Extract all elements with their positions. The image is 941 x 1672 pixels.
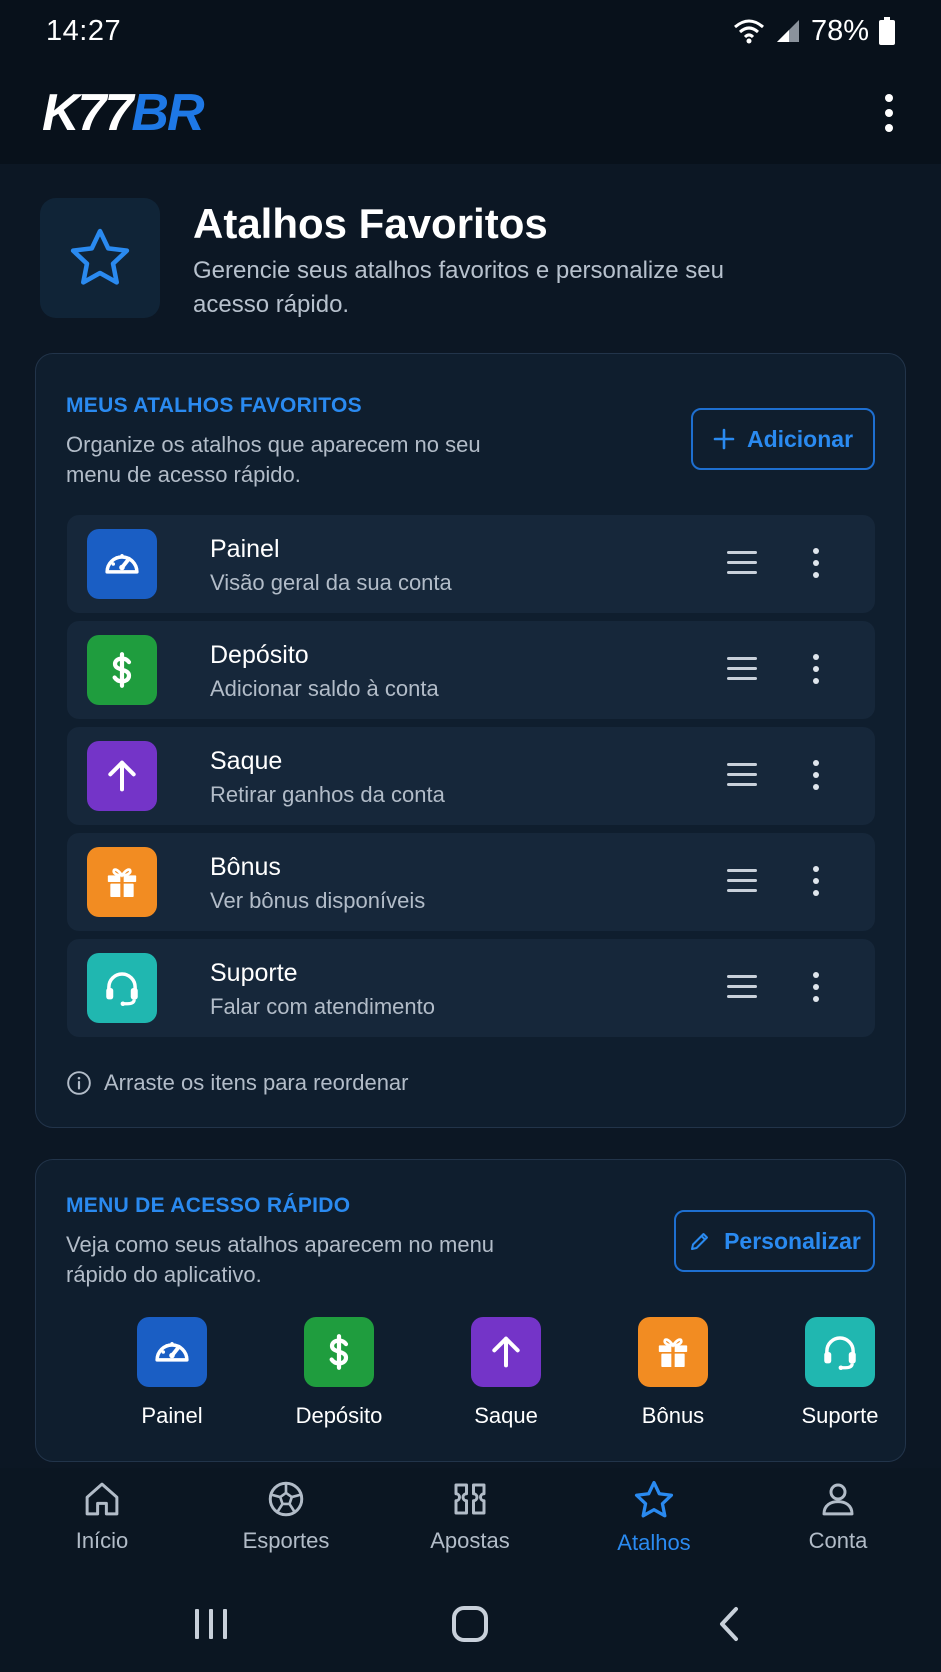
arrow-up-icon <box>492 1336 520 1368</box>
quick-item-painel[interactable]: Painel <box>102 1317 242 1429</box>
quick-item-bonus[interactable]: Bônus <box>603 1317 743 1429</box>
star-icon <box>70 228 130 285</box>
gift-icon <box>107 868 137 897</box>
app-logo[interactable]: K77BR <box>42 83 205 143</box>
nav-atalhos[interactable]: Atalhos <box>579 1478 729 1556</box>
shortcut-row-painel[interactable]: Painel Visão geral da sua conta <box>67 515 875 613</box>
drag-handle-icon[interactable] <box>727 657 757 680</box>
wifi-icon <box>733 19 764 44</box>
star-icon <box>634 1480 674 1518</box>
pencil-icon <box>691 1233 709 1250</box>
customize-button[interactable]: Personalizar <box>674 1210 875 1272</box>
shortcut-icon-box <box>87 635 157 705</box>
row-options-icon[interactable] <box>813 548 819 578</box>
soccer-ball-icon <box>268 1481 304 1517</box>
quick-item-label: Saque <box>474 1403 538 1428</box>
nav-esportes[interactable]: Esportes <box>211 1478 361 1554</box>
favorites-title: MEUS ATALHOS FAVORITOS <box>66 394 362 417</box>
app-header: K77BR <box>0 62 941 164</box>
shortcut-subtitle: Adicionar saldo à conta <box>210 676 439 701</box>
speedometer-icon <box>155 1342 189 1362</box>
status-icons: 78% <box>733 15 895 48</box>
status-time: 14:27 <box>46 14 122 47</box>
add-shortcut-button[interactable]: Adicionar <box>691 408 875 470</box>
bottom-nav: Início Esportes Apostas Atalhos Conta <box>0 1468 941 1576</box>
row-options-icon[interactable] <box>813 972 819 1002</box>
nav-apostas[interactable]: Apostas <box>395 1478 545 1554</box>
shortcut-icon-box <box>87 953 157 1023</box>
shortcut-subtitle: Ver bônus disponíveis <box>210 888 426 913</box>
nav-conta[interactable]: Conta <box>763 1478 913 1554</box>
page-header: Atalhos Favoritos Gerencie seus atalhos … <box>40 198 900 318</box>
page-title: Atalhos Favoritos <box>193 200 548 247</box>
drag-handle-icon[interactable] <box>727 975 757 998</box>
quick-item-label: Bônus <box>641 1403 705 1428</box>
favorites-card: MEUS ATALHOS FAVORITOS Organize os atalh… <box>35 353 906 1128</box>
signal-icon <box>776 20 799 42</box>
tickets-icon <box>454 1483 486 1515</box>
row-options-icon[interactable] <box>813 760 819 790</box>
shortcut-row-saque[interactable]: Saque Retirar ganhos da conta <box>67 727 875 825</box>
quick-menu-card: MENU DE ACESSO RÁPIDO Veja como seus ata… <box>35 1159 906 1462</box>
more-options-icon[interactable] <box>877 94 901 132</box>
arrow-up-icon <box>108 760 136 792</box>
gift-icon <box>658 1338 688 1367</box>
shortcut-title: Suporte <box>210 959 298 987</box>
shortcut-icon-box <box>87 741 157 811</box>
plus-icon <box>713 428 735 450</box>
speedometer-icon <box>105 554 139 574</box>
reorder-hint: Arraste os itens para reordenar <box>66 1070 409 1096</box>
quick-item-label: Suporte <box>801 1403 879 1428</box>
headset-icon <box>824 1336 856 1371</box>
page-subtitle: Gerencie seus atalhos favoritos e person… <box>193 257 724 318</box>
shortcut-subtitle: Falar com atendimento <box>210 994 435 1019</box>
quick-item-deposito[interactable]: Depósito <box>269 1317 409 1429</box>
shortcut-subtitle: Retirar ganhos da conta <box>210 782 445 807</box>
battery-icon <box>879 17 895 45</box>
quick-menu-title: MENU DE ACESSO RÁPIDO <box>66 1194 351 1217</box>
shortcut-row-deposito[interactable]: Depósito Adicionar saldo à conta <box>67 621 875 719</box>
home-button-icon[interactable] <box>451 1605 489 1643</box>
recent-apps-icon[interactable] <box>192 1606 230 1642</box>
page-icon-box <box>40 198 160 318</box>
dollar-icon <box>112 652 132 688</box>
info-icon <box>67 1071 91 1095</box>
favorites-description: Organize os atalhos que aparecem no seu … <box>66 432 481 487</box>
nav-inicio[interactable]: Início <box>27 1478 177 1554</box>
shortcut-row-bonus[interactable]: Bônus Ver bônus disponíveis <box>67 833 875 931</box>
shortcut-icon-box <box>87 529 157 599</box>
system-nav-bar <box>0 1576 941 1672</box>
back-icon[interactable] <box>716 1606 742 1642</box>
user-icon <box>822 1483 854 1516</box>
shortcut-row-suporte[interactable]: Suporte Falar com atendimento <box>67 939 875 1037</box>
quick-item-label: Painel <box>141 1403 203 1428</box>
quick-menu-description: Veja como seus atalhos aparecem no menu … <box>66 1232 495 1287</box>
dollar-icon <box>329 1334 349 1370</box>
quick-item-suporte[interactable]: Suporte <box>770 1317 910 1429</box>
row-options-icon[interactable] <box>813 866 819 896</box>
home-icon <box>85 1482 119 1516</box>
shortcut-title: Depósito <box>210 641 309 669</box>
shortcut-title: Painel <box>210 535 280 563</box>
shortcut-title: Bônus <box>210 853 281 881</box>
shortcut-title: Saque <box>210 747 283 775</box>
row-options-icon[interactable] <box>813 654 819 684</box>
shortcut-icon-box <box>87 847 157 917</box>
drag-handle-icon[interactable] <box>727 551 757 574</box>
drag-handle-icon[interactable] <box>727 763 757 786</box>
drag-handle-icon[interactable] <box>727 869 757 892</box>
battery-percent: 78% <box>810 14 869 47</box>
status-bar: 14:27 78% <box>0 0 941 62</box>
headset-icon <box>106 972 138 1007</box>
shortcut-subtitle: Visão geral da sua conta <box>210 570 452 595</box>
quick-item-saque[interactable]: Saque <box>436 1317 576 1429</box>
quick-item-label: Depósito <box>295 1403 383 1428</box>
